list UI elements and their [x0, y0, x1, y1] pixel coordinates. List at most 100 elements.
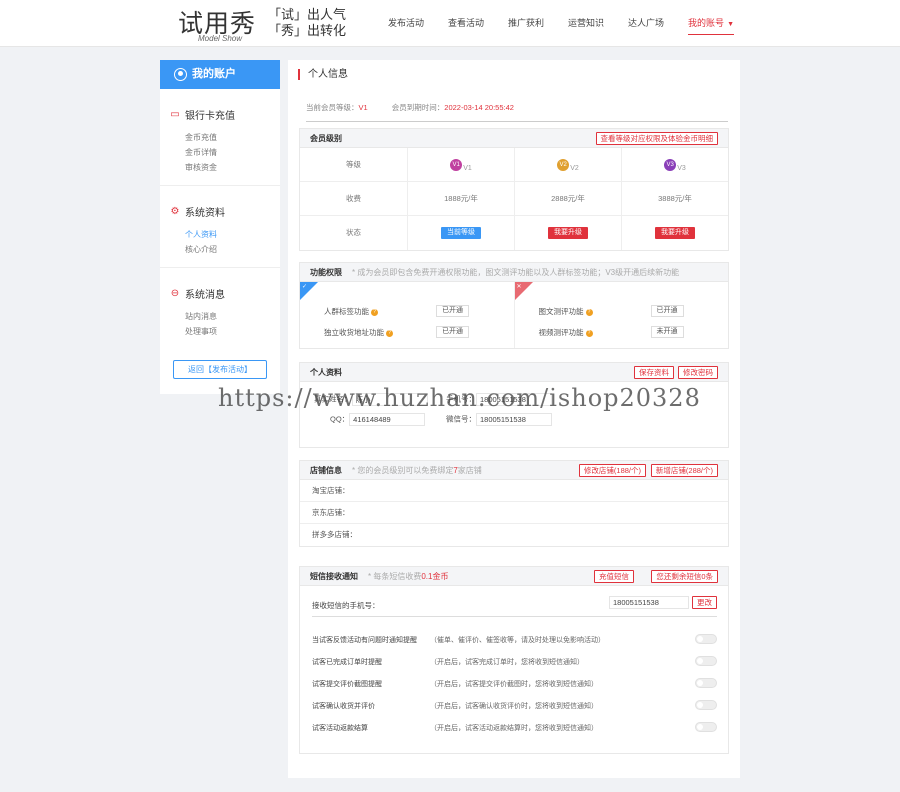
sidebar-item-intro[interactable]: 核心介绍 [185, 242, 280, 257]
status-v3-cell: 我要升级 [622, 216, 728, 250]
logo-subtitle: Model Show [198, 34, 243, 43]
privilege-status: 已开通 [436, 326, 469, 338]
sidebar-item-gold-recharge[interactable]: 金币充值 [185, 130, 280, 145]
sms-item-desc: （开启后，试客提交评价截图时，您将收到短信通知） [430, 681, 598, 688]
panel-header: 会员级别 查看等级对应权限及体验金币明细 [300, 129, 728, 148]
sidebar-item-gold-detail[interactable]: 金币详情 [185, 145, 280, 160]
sidebar-item-audit-funds[interactable]: 审核资金 [185, 160, 280, 175]
view-privileges-button[interactable]: 查看等级对应权限及体验金币明细 [595, 132, 718, 145]
top-header: 试用秀 Model Show 「试」出人气 「秀」出转化 发布活动 查看活动 推… [0, 0, 900, 47]
gear-icon: ⚙ [170, 205, 180, 217]
current-level-button[interactable]: 当前等级 [441, 227, 481, 240]
sidebar-group-messages: ⊖ 系统消息 站内消息 处理事项 [160, 268, 280, 339]
expire-value: 2022-03-14 20:55:42 [444, 103, 514, 112]
status-v2-cell: 我要升级 [515, 216, 622, 250]
privilege-label: 人群标签功能 [324, 307, 369, 316]
question-icon[interactable]: ? [386, 329, 393, 337]
sidebar-group-title: ⚙ 系统资料 [170, 204, 280, 219]
sms-title: 短信接收通知 [310, 572, 358, 581]
nav-my-account[interactable]: 我的账号 ▼ [688, 0, 734, 47]
shops-hint: * 您的会员级别可以免费绑定7家店铺 [352, 466, 482, 475]
privilege-image-review: 图文测评功能? [539, 306, 593, 317]
sms-item-desc: （催单、催评价、催签收等，请及时处理以免影响活动） [430, 637, 605, 644]
field-label: QQ： [330, 414, 350, 424]
question-icon[interactable]: ? [585, 308, 593, 316]
sms-item: 试客提交评价截图提醒 （开启后，试客提交评价截图时，您将收到短信通知） [312, 678, 717, 689]
level-label: V1 [463, 165, 472, 172]
page-title: 个人信息 [298, 69, 348, 80]
sidebar-item-profile[interactable]: 个人资料 [185, 227, 280, 242]
privileges-body: ✓ 人群标签功能? 已开通 独立收货地址功能? 已开通 ✕ 图文测评功能? 已开… [300, 282, 728, 348]
privileges-hint: * 成为会员即包含免费开通权限功能，图文测评功能以及人群标签功能；V3级开通后续… [352, 268, 680, 277]
nav-talent[interactable]: 达人广场 [628, 0, 664, 47]
v1-badge-icon: V1 [450, 159, 463, 172]
price-v3: 3888元/年 [658, 194, 692, 203]
sms-item: 试客确认收货并评价 （开启后，试客确认收货评价时，您将收到短信通知） [312, 700, 717, 711]
check-icon: ✓ [302, 284, 308, 290]
save-profile-button[interactable]: 保存资料 [634, 366, 674, 379]
change-password-button[interactable]: 修改密码 [678, 366, 718, 379]
sms-hint-prefix: * 每条短信收费 [368, 572, 422, 581]
price-v1: 1888元/年 [408, 182, 515, 215]
back-to-publish-button[interactable]: 返回【发布活动】 [173, 360, 267, 379]
field-label: 微信号： [446, 414, 476, 424]
level-row: 等级 V1 V1 V2 V2 V3 V3 [300, 148, 728, 182]
user-icon [174, 68, 187, 81]
sms-hint: * 每条短信收费0.1金币 [368, 572, 448, 581]
sidebar-group-label: 银行卡充值 [185, 111, 235, 122]
sms-toggle[interactable] [695, 700, 717, 710]
membership-panel: 会员级别 查看等级对应权限及体验金币明细 等级 V1 V1 V2 V2 V3 V3 收… [299, 128, 729, 251]
sms-toggle[interactable] [695, 656, 717, 666]
sidebar-item-inbox[interactable]: 站内消息 [185, 309, 280, 324]
shops-hint-prefix: * 您的会员级别可以免费绑定 [352, 466, 454, 475]
sms-item-label: 试客提交评价截图提醒 [312, 681, 382, 688]
sms-item-label: 试客确认收货并评价 [312, 703, 375, 710]
field-qq: QQ： 416148489 [330, 413, 426, 426]
privilege-label: 图文测评功能 [538, 307, 584, 316]
logo[interactable]: 试用秀 Model Show [178, 4, 260, 44]
main-nav: 发布活动 查看活动 推广获利 运营知识 达人广场 我的账号 ▼ [364, 0, 734, 47]
level-label: 当前会员等级： [306, 103, 359, 112]
change-phone-button[interactable]: 更改 [692, 596, 717, 609]
privilege-label: 独立收货地址功能 [324, 328, 384, 337]
nav-view[interactable]: 查看活动 [448, 0, 484, 47]
nav-knowledge[interactable]: 运营知识 [568, 0, 604, 47]
sms-panel: 短信接收通知 * 每条短信收费0.1金币 充值短信 您还剩余短信0条 接收短信的手… [299, 566, 729, 754]
sms-toggle[interactable] [695, 722, 717, 732]
price-row: 收费 1888元/年 2888元/年 3888元/年 [300, 182, 728, 216]
sidebar-title: 我的账户 [192, 68, 236, 80]
sidebar-header: 我的账户 [160, 60, 280, 89]
edit-shop-button[interactable]: 修改店铺(188/个) [578, 464, 646, 477]
field-wechat: 微信号： 18005151538 [446, 413, 552, 426]
question-icon[interactable]: ? [371, 308, 378, 316]
sms-item: 当试客反馈活动有问题时通知提醒 （催单、催评价、催签收等，请及时处理以免影响活动） [312, 634, 717, 645]
privilege-status: 已开通 [436, 305, 469, 317]
upgrade-v2-button[interactable]: 我要升级 [548, 227, 588, 240]
sidebar-item-todo[interactable]: 处理事项 [185, 324, 280, 339]
question-icon[interactable]: ? [585, 329, 593, 337]
recharge-sms-button[interactable]: 充值短信 [594, 570, 634, 583]
sms-remaining-button[interactable]: 您还剩余短信0条 [651, 570, 718, 583]
privilege-address: 独立收货地址功能? [324, 327, 393, 338]
sms-toggle[interactable] [695, 634, 717, 644]
upgrade-v3-button[interactable]: 我要升级 [655, 227, 695, 240]
shop-row-pdd: 拼多多店铺： [312, 530, 357, 539]
panel-header: 短信接收通知 * 每条短信收费0.1金币 充值短信 您还剩余短信0条 [300, 567, 728, 586]
sms-item-desc: （开启后，试客活动返款结算时，您将收到短信通知） [430, 725, 598, 732]
wechat-input[interactable]: 18005151538 [476, 413, 552, 426]
row-label: 状态 [300, 216, 408, 250]
add-shop-button[interactable]: 新增店铺(288/个) [650, 464, 718, 477]
nav-publish[interactable]: 发布活动 [388, 0, 424, 47]
privileges-panel: 功能权限 * 成为会员即包含免费开通权限功能，图文测评功能以及人群标签功能；V3级… [299, 262, 729, 349]
sidebar-group-label: 系统消息 [185, 290, 225, 301]
sidebar-group-system: ⚙ 系统资料 个人资料 核心介绍 [160, 186, 280, 268]
sms-phone-input[interactable]: 18005151538 [609, 596, 689, 609]
sms-toggle[interactable] [695, 678, 717, 688]
qq-input[interactable]: 416148489 [349, 413, 426, 426]
shop-row-taobao: 淘宝店铺： [300, 480, 728, 502]
privilege-video-review: 视频测评功能? [539, 327, 593, 338]
v3-badge-icon: V3 [664, 159, 677, 172]
nav-promote[interactable]: 推广获利 [508, 0, 544, 47]
price-v2: 2888元/年 [515, 182, 622, 215]
shops-title: 店铺信息 [310, 466, 342, 475]
